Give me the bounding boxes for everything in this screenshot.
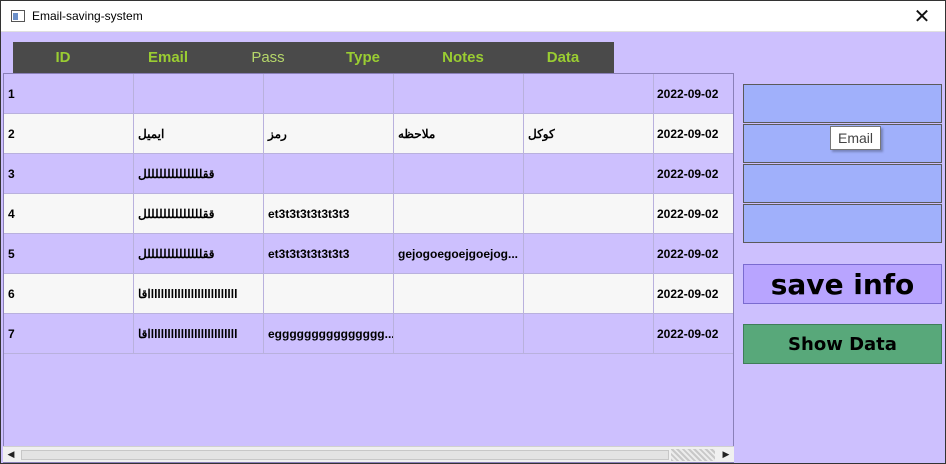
cell-date[interactable]: 2022-09-02 [654, 234, 733, 274]
scrollbar-grip[interactable] [671, 449, 715, 461]
cell-date[interactable]: 2022-09-02 [654, 314, 733, 354]
data-table[interactable]: 1 2022-09-02 2 ايميل رمز ملاحظه كوكل 2022-09-02… [3, 73, 734, 463]
cell-id[interactable]: 6 [4, 274, 134, 314]
cell-date[interactable]: 2022-09-02 [654, 114, 733, 154]
cell-email[interactable]: ققللللللللللللللل [134, 234, 264, 274]
cell-date[interactable]: 2022-09-02 [654, 74, 733, 114]
cell-notes[interactable]: كوكل [524, 114, 654, 154]
scroll-right-icon[interactable]: ▶ [718, 447, 734, 463]
cell-date[interactable]: 2022-09-02 [654, 274, 733, 314]
cell-date[interactable]: 2022-09-02 [654, 194, 733, 234]
cell-type[interactable]: gejogoegoejgoejog... [394, 234, 524, 274]
header-id: ID [55, 49, 71, 66]
cell-email[interactable]: ققللللللللللللللل [134, 194, 264, 234]
app-window: Email-saving-system ✕ ID Email Pass Type… [0, 0, 946, 464]
table-row[interactable]: 7 اقاllllllllllllllllllllllllll eggggggggg… [4, 314, 733, 354]
table-row[interactable]: 5 ققللللللللللللللل et3t3t3t3t3t3t3 gejogoe… [4, 234, 733, 274]
cell-notes[interactable] [524, 74, 654, 114]
cell-id[interactable]: 2 [4, 114, 134, 154]
cell-type[interactable] [394, 274, 524, 314]
email-input[interactable] [743, 84, 942, 123]
cell-id[interactable]: 3 [4, 154, 134, 194]
scrollbar-thumb[interactable] [21, 450, 669, 460]
app-window-icon [11, 10, 25, 22]
cell-pass[interactable] [264, 154, 394, 194]
notes-input[interactable] [743, 204, 942, 243]
cell-id[interactable]: 7 [4, 314, 134, 354]
cell-email[interactable]: ققللللللللللللللل [134, 154, 264, 194]
table-row[interactable]: 2 ايميل رمز ملاحظه كوكل 2022-09-02 [4, 114, 733, 154]
cell-type[interactable]: ملاحظه [394, 114, 524, 154]
title-bar: Email-saving-system ✕ [1, 1, 945, 32]
header-data: Data [546, 49, 580, 66]
cell-pass[interactable]: et3t3t3t3t3t3t3 [264, 234, 394, 274]
cell-notes[interactable] [524, 194, 654, 234]
show-data-button[interactable]: Show Data [743, 324, 942, 364]
scroll-left-icon[interactable]: ◀ [3, 447, 19, 463]
header-type: Type [346, 49, 380, 66]
window-title: Email-saving-system [32, 9, 143, 23]
cell-id[interactable]: 5 [4, 234, 134, 274]
header-pass: Pass [251, 49, 285, 66]
cell-email[interactable]: اقاllllllllllllllllllllllllll [134, 274, 264, 314]
table-row[interactable]: 6 اقاllllllllllllllllllllllllll 2022-09-02 [4, 274, 733, 314]
table-row[interactable]: 1 2022-09-02 [4, 74, 733, 114]
cell-id[interactable]: 1 [4, 74, 134, 114]
cell-type[interactable] [394, 194, 524, 234]
header-email: Email [147, 49, 189, 66]
cell-notes[interactable] [524, 314, 654, 354]
type-input[interactable] [743, 164, 942, 203]
cell-pass[interactable] [264, 274, 394, 314]
horizontal-scrollbar[interactable]: ◀ ▶ [3, 446, 734, 462]
cell-email[interactable] [134, 74, 264, 114]
cell-notes[interactable] [524, 234, 654, 274]
column-header-bar: ID Email Pass Type Notes Data [13, 42, 614, 73]
table-row[interactable]: 3 ققللللللللللللللل 2022-09-02 [4, 154, 733, 194]
cell-email[interactable]: ايميل [134, 114, 264, 154]
table-row[interactable]: 4 ققللللللللللللللل et3t3t3t3t3t3t3 2022-09… [4, 194, 733, 234]
cell-type[interactable] [394, 154, 524, 194]
cell-type[interactable] [394, 314, 524, 354]
cell-pass[interactable]: eggggggggggggggg... [264, 314, 394, 354]
cell-notes[interactable] [524, 154, 654, 194]
close-button[interactable]: ✕ [899, 1, 945, 32]
cell-email[interactable]: اقاllllllllllllllllllllllllll [134, 314, 264, 354]
cell-pass[interactable] [264, 74, 394, 114]
cell-id[interactable]: 4 [4, 194, 134, 234]
save-info-button[interactable]: save info [743, 264, 942, 304]
cell-pass[interactable]: et3t3t3t3t3t3t3 [264, 194, 394, 234]
cell-date[interactable]: 2022-09-02 [654, 154, 733, 194]
cell-pass[interactable]: رمز [264, 114, 394, 154]
cell-type[interactable] [394, 74, 524, 114]
cell-notes[interactable] [524, 274, 654, 314]
email-tooltip: Email [830, 126, 881, 150]
header-notes: Notes [442, 49, 484, 66]
